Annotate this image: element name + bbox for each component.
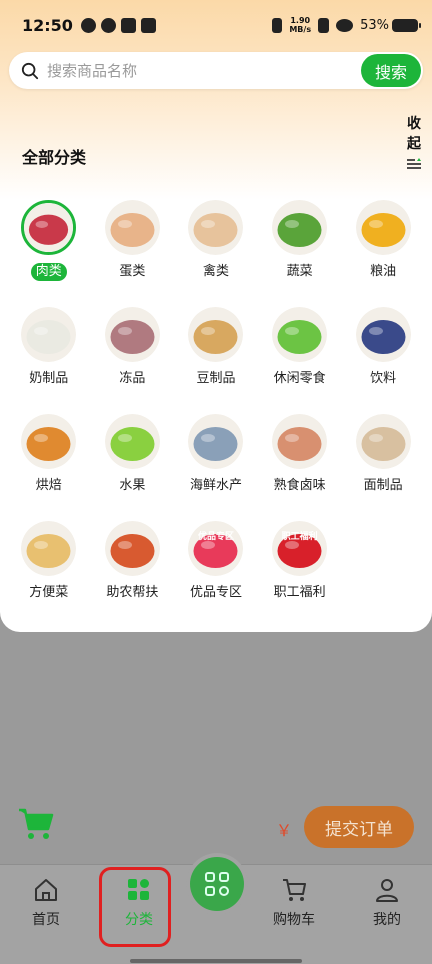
net-speed: 1.90 MB/s <box>289 16 312 34</box>
category-label: 水果 <box>119 478 146 493</box>
search-button[interactable]: 搜索 <box>361 54 421 87</box>
category-label: 禽类 <box>202 264 229 279</box>
category-label: 职工福利 <box>273 585 326 600</box>
category-label: 方便菜 <box>29 585 69 600</box>
cart-bar: ￥ 提交订单 <box>0 797 432 859</box>
fruit-icon <box>104 414 160 469</box>
category-item[interactable]: 优品专区 优品专区 <box>174 521 258 602</box>
dairy-icon <box>21 307 77 362</box>
tab-cart[interactable]: 购物车 <box>259 877 329 929</box>
wifi-icon <box>336 18 354 32</box>
cart-tab-icon <box>283 879 306 901</box>
tab-home[interactable]: 首页 <box>11 877 81 929</box>
home-indicator <box>130 959 302 963</box>
submit-order-button[interactable]: 提交订单 <box>304 806 414 848</box>
grain-oil-icon <box>355 200 411 255</box>
status-time: 12:50 <box>22 15 73 35</box>
profile-icon <box>376 879 398 902</box>
category-label: 冻品 <box>119 371 146 386</box>
category-item[interactable]: 方便菜 <box>7 521 91 602</box>
category-label: 豆制品 <box>196 371 236 386</box>
category-label: 奶制品 <box>29 371 69 386</box>
egg-icon <box>104 200 160 255</box>
meat-icon <box>21 200 77 255</box>
category-label: 熟食卤味 <box>273 478 326 493</box>
category-label: 优品专区 <box>189 585 242 600</box>
staff-welfare-icon: 职工福利 <box>272 521 328 576</box>
battery-icon <box>392 18 421 32</box>
soy-icon <box>188 307 244 362</box>
category-grid: 肉类 蛋类 禽类 蔬菜 粮油奶制品 冻品 豆制品 休闲零食 饮料烘焙 水果 海鲜水产 熟食卤味 面制品方… <box>7 200 425 602</box>
seafood-icon <box>188 414 244 469</box>
drink-icon <box>355 307 411 362</box>
category-item[interactable]: 休闲零食 <box>258 307 342 388</box>
total-currency: ￥ <box>276 821 293 840</box>
category-item[interactable]: 熟食卤味 <box>258 414 342 495</box>
tab-profile[interactable]: 我的 <box>352 877 422 929</box>
category-panel: 12:50 1.90 MB/s 53% 搜索商品名称 搜索 全部分类 收 起 肉… <box>0 0 432 632</box>
category-label: 蔬菜 <box>286 264 313 279</box>
tab-category[interactable]: 分类 <box>104 877 174 929</box>
premium-zone-icon: 优品专区 <box>188 521 244 576</box>
scan-button[interactable] <box>190 857 244 911</box>
category-item[interactable]: 冻品 <box>91 307 175 388</box>
vibrate-icon <box>272 17 283 33</box>
category-label: 面制品 <box>363 478 403 493</box>
section-title: 全部分类 <box>22 148 87 167</box>
poultry-icon <box>188 200 244 255</box>
category-item[interactable]: 海鲜水产 <box>174 414 258 495</box>
category-item[interactable]: 职工福利 职工福利 <box>258 521 342 602</box>
battery: 53% <box>360 18 421 33</box>
noodle-icon <box>355 414 411 469</box>
category-label: 肉类 <box>30 263 67 281</box>
category-item[interactable]: 烘焙 <box>7 414 91 495</box>
collapse-icon <box>407 158 421 169</box>
snack-icon <box>272 307 328 362</box>
search-bar: 搜索 <box>9 52 423 89</box>
link-icon <box>100 17 116 33</box>
category-label: 蛋类 <box>119 264 146 279</box>
tab-bar: 首页 分类 购物车 我的 <box>0 857 432 964</box>
home-icon <box>35 879 57 901</box>
category-badge: 优品专区 <box>197 532 234 542</box>
vegetable-icon <box>272 200 328 255</box>
frozen-icon <box>104 307 160 362</box>
deli-icon <box>272 414 328 469</box>
category-item[interactable]: 蔬菜 <box>258 200 342 281</box>
category-item[interactable]: 助农帮扶 <box>91 521 175 602</box>
bakery-icon <box>21 414 77 469</box>
category-badge: 职工福利 <box>281 532 318 542</box>
status-bar: 12:50 1.90 MB/s 53% <box>0 0 432 50</box>
category-item[interactable]: 面制品 <box>341 414 425 495</box>
cart-icon[interactable] <box>18 807 54 841</box>
category-label: 助农帮扶 <box>106 585 159 600</box>
scan-icon <box>205 872 229 896</box>
category-item[interactable]: 肉类 <box>7 200 91 281</box>
sim-icon <box>318 17 330 33</box>
category-item[interactable]: 蛋类 <box>91 200 175 281</box>
app-icon <box>120 17 136 33</box>
search-icon <box>21 62 39 79</box>
category-item[interactable]: 粮油 <box>341 200 425 281</box>
category-item[interactable]: 奶制品 <box>7 307 91 388</box>
category-label: 烘焙 <box>35 478 62 493</box>
category-item[interactable]: 禽类 <box>174 200 258 281</box>
category-item[interactable]: 豆制品 <box>174 307 258 388</box>
collapse-button[interactable]: 收 起 <box>404 114 424 171</box>
convenience-food-icon <box>21 521 77 576</box>
category-item[interactable]: 水果 <box>91 414 175 495</box>
category-item[interactable]: 饮料 <box>341 307 425 388</box>
category-label: 粮油 <box>370 264 397 279</box>
category-label: 海鲜水产 <box>189 478 242 493</box>
message-icon <box>140 17 156 33</box>
weibo-icon <box>80 17 96 33</box>
category-label: 饮料 <box>370 371 397 386</box>
farm-aid-icon <box>104 521 160 576</box>
category-label: 休闲零食 <box>273 371 326 386</box>
category-icon <box>128 879 149 900</box>
